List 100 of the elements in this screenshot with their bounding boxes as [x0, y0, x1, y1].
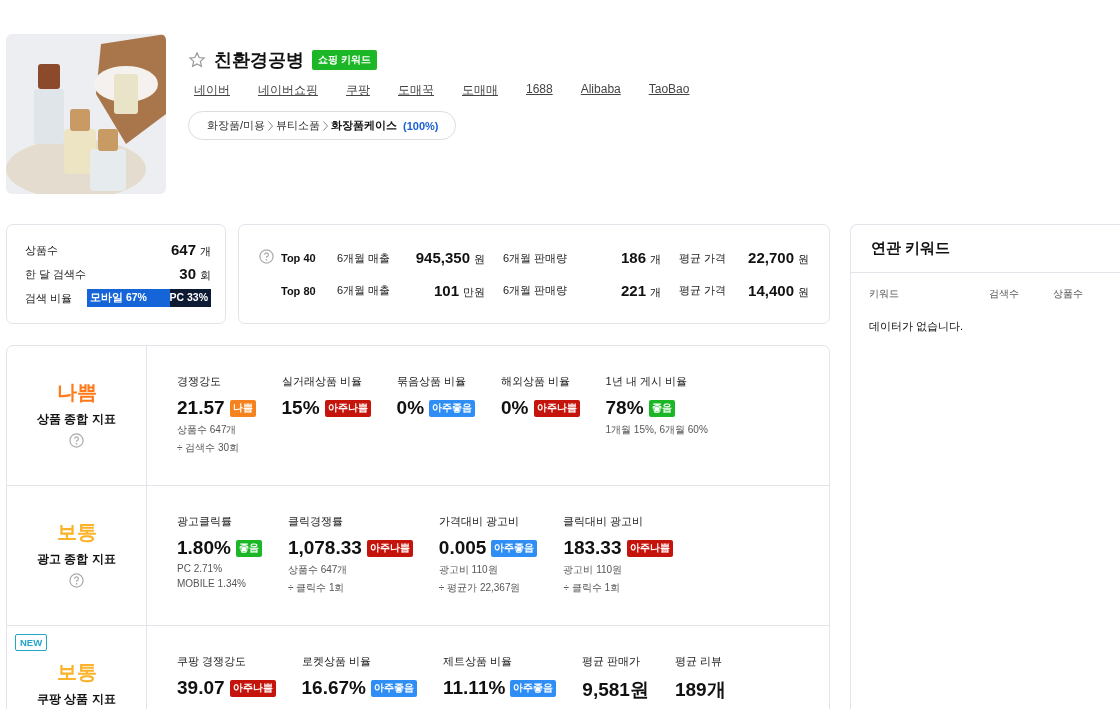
stat-label: 검색 비율: [25, 290, 73, 306]
stat-value: 30 회: [179, 265, 211, 283]
metric-note: 1개월 15%, 6개월 60%: [605, 423, 708, 437]
site-link[interactable]: 도매꾹: [398, 82, 434, 99]
metric-value: 0%: [501, 397, 529, 419]
panel-title: 연관 키워드: [851, 225, 1120, 273]
chevron-icon: [268, 120, 274, 131]
stat-value: 647 개: [170, 241, 211, 259]
stat-label: 한 달 검색수: [25, 266, 87, 282]
metric-note: 광고비 110원: [438, 563, 499, 577]
metric-value: 21.57: [177, 397, 225, 419]
stat-label: 6개월 매출: [337, 283, 392, 298]
help-icon[interactable]: [259, 248, 274, 264]
grade-badge: 아주좋음: [429, 399, 476, 417]
metric-value: 11.11%: [443, 677, 506, 699]
grade-badge: 아주좋음: [371, 679, 417, 697]
grade-badge: 나쁨: [229, 399, 256, 417]
stat-label: 6개월 판매량: [502, 283, 569, 298]
metric-value: 15%: [281, 397, 320, 419]
column-header: 검색수: [989, 287, 1020, 301]
indicator-title: 쿠팡 상품 지표: [37, 691, 116, 708]
category-item: 뷰티소품: [276, 118, 321, 133]
site-link[interactable]: 도매매: [462, 82, 498, 99]
category-item: 화장품/미용: [207, 118, 266, 133]
stat-value: 22,700 원: [748, 249, 809, 267]
grade-badge: 아주나쁨: [533, 399, 580, 417]
metric-label: 클릭경쟁률: [287, 514, 344, 529]
metric-note: PC 2.71%: [177, 563, 224, 574]
stat-value: 221 개: [620, 281, 661, 300]
stat-label: 상품수: [25, 242, 58, 258]
column-header: 상품수: [1053, 287, 1084, 301]
grade-badge: 좋음: [648, 399, 675, 417]
star-icon[interactable]: [188, 51, 206, 69]
metric-note: 상품수 647개: [177, 423, 238, 437]
metric-value: 183.33: [563, 537, 622, 559]
metric-value: 39.07: [177, 677, 225, 699]
stat-label: 6개월 매출: [337, 250, 392, 266]
site-link[interactable]: TaoBao: [648, 82, 690, 99]
metric-note: ÷ 클릭수 1회: [563, 581, 621, 595]
pc-share-label: PC 33%: [169, 291, 208, 303]
metric-value: 16.67%: [301, 677, 366, 699]
chevron-icon: [323, 120, 329, 131]
stat-value: 101 만원: [433, 281, 485, 300]
category-share: (100%): [403, 119, 439, 132]
metric-label: 쿠팡 경쟁강도: [177, 654, 248, 669]
indicator-title: 광고 종합 지표: [37, 551, 116, 568]
metric-note: ÷ 클릭수 1회: [287, 581, 346, 595]
metric-value: 1,078.33: [287, 537, 362, 559]
metric-label: 제트상품 비율: [443, 654, 514, 669]
indicator-title: 상품 종합 지표: [37, 411, 116, 428]
stat-label: 6개월 판매량: [502, 250, 569, 266]
metric-label: 가격대비 광고비: [438, 514, 520, 529]
metric-value: 189개: [674, 678, 726, 702]
metric-label: 로켓상품 비율: [301, 654, 372, 669]
site-link[interactable]: Alibaba: [580, 82, 621, 99]
stat-value: 945,350 원: [415, 249, 485, 267]
metric-note: ÷ 평균가 22,367원: [438, 581, 522, 595]
grade-text: 보통: [56, 520, 97, 545]
stat-label: 평균 가격: [678, 250, 728, 266]
site-link[interactable]: 네이버: [194, 82, 230, 99]
category-item: 화장품케이스: [331, 118, 398, 133]
site-link[interactable]: 쿠팡: [346, 82, 370, 99]
metric-note: 상품수 647개: [287, 563, 349, 577]
metric-label: 1년 내 게시 비율: [605, 374, 688, 389]
stat-value: 186 개: [620, 249, 661, 267]
metric-label: 경쟁강도: [177, 374, 222, 389]
grade-badge: 아주나쁨: [366, 539, 413, 557]
stat-label: 평균 가격: [678, 283, 728, 298]
new-tag: NEW: [15, 634, 48, 651]
metric-note: ÷ 검색수 30회: [177, 441, 241, 455]
metric-value: 0%: [396, 397, 425, 419]
metric-label: 해외상품 비율: [501, 374, 572, 389]
site-link[interactable]: 네이버쇼핑: [258, 82, 318, 99]
rank-label: Top 40: [281, 252, 317, 264]
help-icon[interactable]: [69, 433, 84, 448]
grade-text: 보통: [56, 660, 97, 685]
metric-label: 실거래상품 비율: [281, 374, 363, 389]
metric-value: 9,581원: [582, 678, 649, 702]
metric-note: MOBILE 1.34%: [177, 578, 247, 589]
keyword-title: 친환경공병: [214, 49, 304, 72]
empty-message: 데이터가 없습니다.: [868, 319, 965, 334]
site-link[interactable]: 1688: [526, 82, 553, 99]
help-icon[interactable]: [69, 573, 84, 588]
column-header: 키워드: [869, 287, 900, 301]
metric-label: 광고클릭률: [177, 514, 233, 529]
metric-label: 클릭대비 광고비: [563, 514, 645, 529]
metric-label: 평균 판매가: [582, 654, 642, 669]
grade-badge: 아주나쁨: [626, 539, 673, 557]
grade-text: 나쁨: [56, 380, 97, 405]
grade-badge: 아주좋음: [510, 679, 557, 697]
grade-badge: 아주좋음: [491, 539, 538, 557]
metric-value: 1.80%: [177, 537, 231, 559]
grade-badge: 아주나쁨: [229, 679, 276, 697]
grade-badge: 좋음: [235, 539, 262, 557]
mobile-share-label: 모바일 67%: [90, 291, 147, 305]
metric-note: 광고비 110원: [563, 563, 624, 577]
metric-label: 묶음상품 비율: [396, 374, 467, 389]
metric-label: 평균 리뷰: [674, 654, 723, 669]
metric-value: 0.005: [438, 537, 487, 559]
stat-value: 14,400 원: [748, 281, 809, 300]
